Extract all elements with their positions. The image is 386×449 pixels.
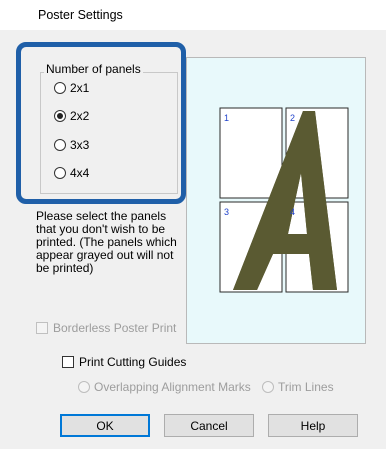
trim-lines-label: Trim Lines bbox=[278, 380, 334, 394]
panel-number-4: 4 bbox=[290, 207, 295, 217]
overlap-marks-label: Overlapping Alignment Marks bbox=[94, 380, 251, 394]
panel-number-3: 3 bbox=[224, 207, 229, 217]
borderless-poster-checkbox[interactable] bbox=[36, 322, 48, 334]
dialog-title: Poster Settings bbox=[38, 8, 123, 22]
help-button[interactable]: Help bbox=[268, 414, 358, 437]
cancel-button[interactable]: Cancel bbox=[164, 414, 254, 437]
poster-preview-svg: 1 2 3 4 bbox=[219, 107, 349, 293]
panel-selection-hint: Please select the panels that you don't … bbox=[36, 209, 177, 275]
cutting-guides-checkbox-row[interactable]: Print Cutting Guides bbox=[62, 354, 186, 370]
trim-lines-radio-circle[interactable] bbox=[262, 381, 274, 393]
panels-highlight-callout bbox=[16, 42, 186, 204]
cutting-guides-label: Print Cutting Guides bbox=[79, 355, 187, 369]
title-bar: Poster Settings bbox=[0, 0, 386, 30]
overlap-marks-radio-circle[interactable] bbox=[78, 381, 90, 393]
poster-settings-dialog: Poster Settings Number of panels 2x1 2x2… bbox=[0, 0, 386, 449]
overlap-marks-radio[interactable]: Overlapping Alignment Marks bbox=[78, 378, 251, 396]
borderless-poster-checkbox-row[interactable]: Borderless Poster Print bbox=[36, 320, 176, 336]
trim-lines-radio[interactable]: Trim Lines bbox=[262, 378, 334, 396]
panel-number-1: 1 bbox=[224, 113, 229, 123]
panel-number-2: 2 bbox=[290, 113, 295, 123]
poster-preview-area: 1 2 3 4 bbox=[186, 57, 366, 344]
ok-button[interactable]: OK bbox=[60, 414, 150, 437]
borderless-poster-label: Borderless Poster Print bbox=[53, 321, 177, 335]
cutting-guides-checkbox[interactable] bbox=[62, 356, 74, 368]
preview-panel-1[interactable] bbox=[219, 107, 283, 199]
